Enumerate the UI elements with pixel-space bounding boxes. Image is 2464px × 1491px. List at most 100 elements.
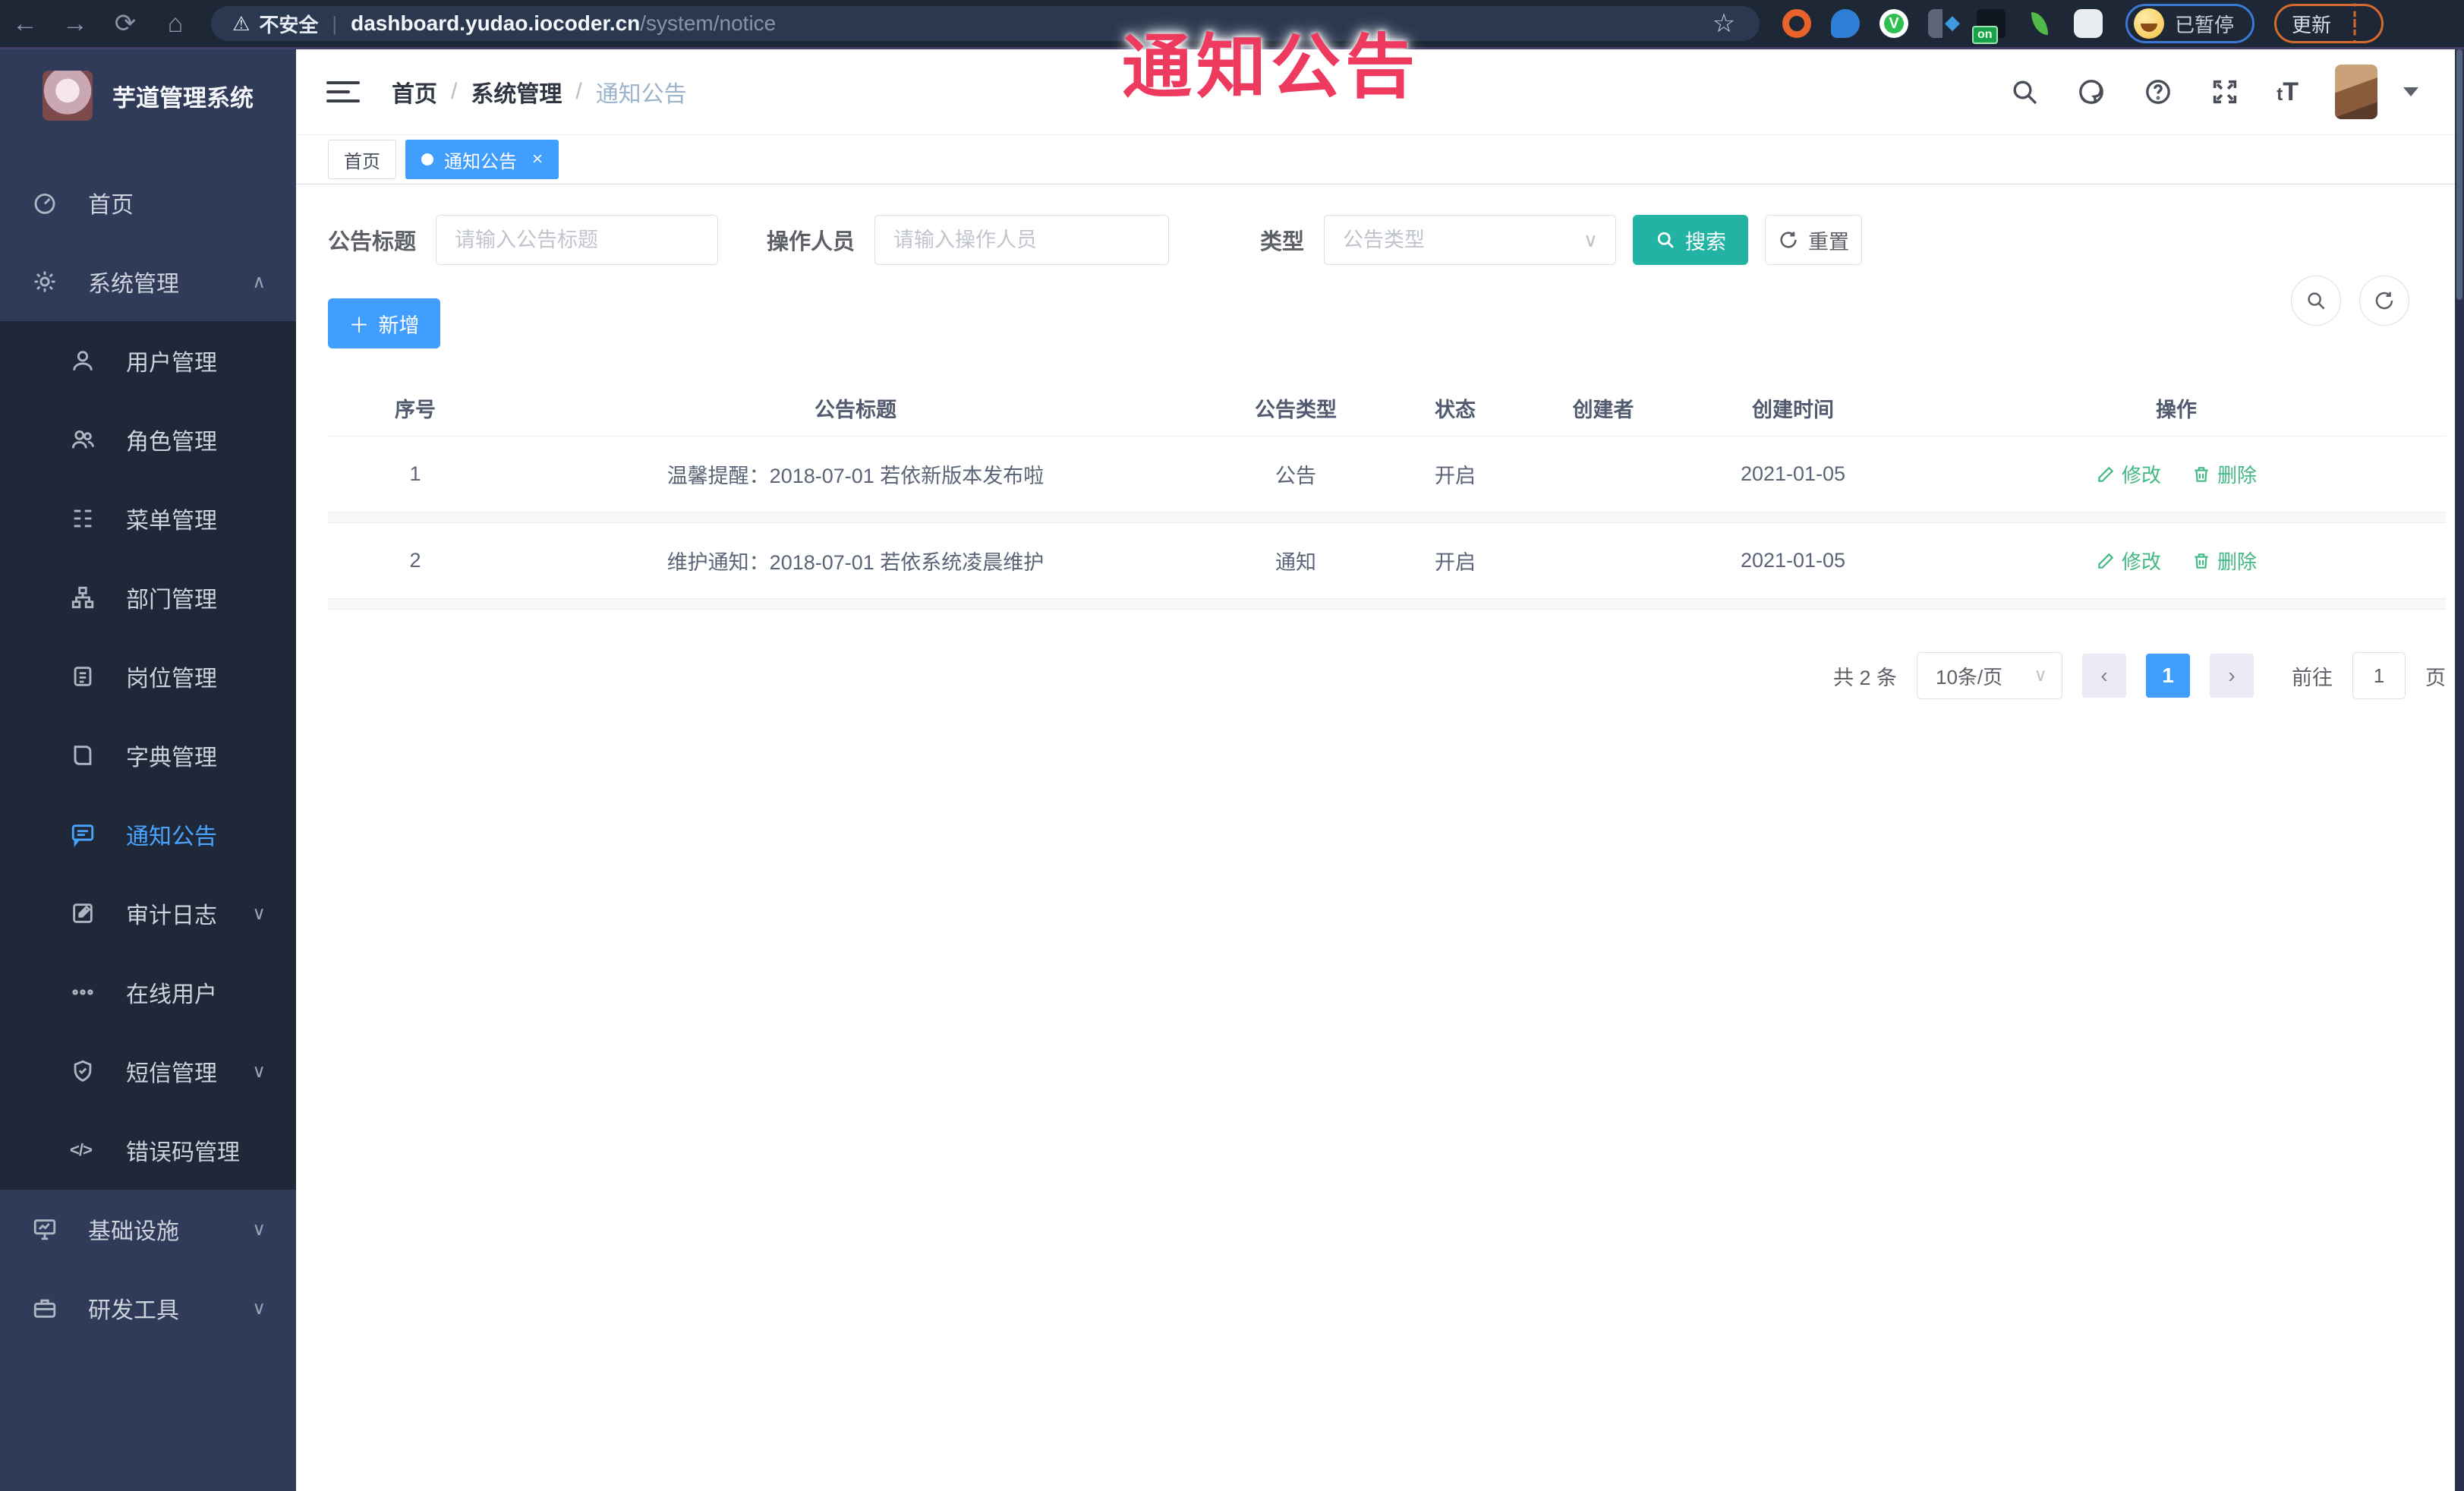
browser-profile-chip[interactable]: 已暂停 — [2125, 4, 2255, 43]
reset-button[interactable]: 重置 — [1765, 215, 1863, 265]
sidebar-item-label: 短信管理 — [126, 1061, 217, 1086]
gauge-icon — [32, 190, 74, 216]
tab-home[interactable]: 首页 — [328, 140, 396, 179]
scrollbar-thumb[interactable] — [2456, 49, 2462, 300]
add-button[interactable]: ＋ 新增 — [328, 298, 440, 348]
delete-link[interactable]: 删除 — [2191, 460, 2257, 488]
browser-menu-kebab-icon[interactable]: ⋮ ⋮ ⋮ — [2343, 2, 2366, 46]
cell-status: 开启 — [1435, 465, 1476, 487]
browser-reload-icon[interactable]: ⟳ — [100, 8, 150, 39]
sidebar-item-notice[interactable]: 通知公告 — [0, 795, 296, 874]
table-header-row: 序号 公告标题 公告类型 状态 创建者 创建时间 操作 — [328, 380, 2446, 437]
cell-title: 维护通知：2018-07-01 若依系统凌晨维护 — [666, 551, 1045, 574]
profile-status-label: 已暂停 — [2175, 13, 2235, 36]
close-icon[interactable]: × — [532, 149, 543, 170]
operator-filter-input[interactable] — [874, 215, 1170, 265]
user-avatar[interactable] — [2335, 65, 2377, 119]
fullscreen-icon[interactable] — [2210, 77, 2240, 107]
profile-emoji-avatar — [2134, 8, 2164, 39]
sidebar: 芋道管理系统 首页 系统管理 ∧ 用户管理 角色管理 菜单管理 部门管理 岗位管… — [0, 49, 296, 1491]
edit-link[interactable]: 修改 — [2096, 460, 2161, 488]
sidebar-item-sms-mgmt[interactable]: 短信管理 ∨ — [0, 1032, 296, 1111]
sidebar-toggle-icon[interactable] — [326, 75, 360, 109]
browser-home-icon[interactable]: ⌂ — [150, 9, 200, 39]
gear-icon — [32, 269, 74, 295]
page-content: 公告标题 操作人员 类型 ∨ 搜索 重置 ＋ — [296, 184, 2464, 699]
search-button[interactable]: 搜索 — [1633, 215, 1749, 265]
breadcrumb: 首页 / 系统管理 / 通知公告 — [392, 75, 687, 109]
font-size-icon[interactable]: tT — [2277, 77, 2299, 107]
extension-blue-icon[interactable] — [1831, 9, 1860, 38]
notice-table: 序号 公告标题 公告类型 状态 创建者 创建时间 操作 1 温馨提醒：2018-… — [328, 380, 2446, 610]
sidebar-item-menu-mgmt[interactable]: 菜单管理 — [0, 479, 296, 558]
breadcrumb-home[interactable]: 首页 — [392, 75, 437, 109]
sidebar-item-audit-log[interactable]: 审计日志 ∨ — [0, 874, 296, 953]
sidebar-item-system-mgmt[interactable]: 系统管理 ∧ — [0, 242, 296, 321]
app-title: 芋道管理系统 — [112, 84, 254, 112]
sidebar-item-errcode-mgmt[interactable]: </> 错误码管理 — [0, 1111, 296, 1190]
chevron-down-icon: ∨ — [2034, 665, 2047, 686]
page-size-select[interactable]: ∨ — [1917, 652, 2062, 699]
prev-page-button[interactable]: ‹ — [2082, 654, 2126, 698]
edit-link[interactable]: 修改 — [2096, 547, 2161, 575]
browser-back-icon[interactable]: ← — [0, 9, 50, 39]
title-filter-label: 公告标题 — [328, 230, 417, 254]
goto-page-input[interactable] — [2352, 652, 2406, 699]
breadcrumb-system[interactable]: 系统管理 — [471, 75, 562, 109]
search-icon[interactable] — [2009, 77, 2040, 107]
extensions-puzzle-icon[interactable] — [2074, 9, 2103, 38]
col-actions: 操作 — [2156, 399, 2197, 421]
tab-label: 通知公告 — [444, 151, 517, 172]
page-number-1[interactable]: 1 — [2146, 654, 2190, 698]
address-bar[interactable]: ⚠ 不安全 | dashboard.yudao.iocoder.cn /syst… — [211, 6, 1760, 41]
page-scrollbar[interactable] — [2455, 49, 2464, 1491]
sidebar-item-infrastructure[interactable]: 基础设施 ∨ — [0, 1190, 296, 1269]
cell-status: 开启 — [1435, 551, 1476, 574]
reset-button-label: 重置 — [1808, 230, 1850, 254]
extension-on-badge: on — [1972, 26, 1998, 44]
header-actions: tT — [2009, 65, 2418, 119]
browser-forward-icon[interactable]: → — [50, 9, 100, 39]
code-icon: </> — [70, 1140, 93, 1159]
type-select-value[interactable] — [1324, 215, 1617, 265]
sidebar-item-dev-tools[interactable]: 研发工具 ∨ — [0, 1269, 296, 1348]
refresh-button[interactable] — [2359, 276, 2409, 326]
next-page-button[interactable]: › — [2210, 654, 2254, 698]
table-row[interactable]: 2 维护通知：2018-07-01 若依系统凌晨维护 通知 开启 2021-01… — [328, 523, 2446, 599]
show-search-toggle-button[interactable] — [2291, 276, 2341, 326]
address-divider: | — [332, 11, 338, 35]
sidebar-item-label: 角色管理 — [126, 430, 217, 455]
sidebar-item-role-mgmt[interactable]: 角色管理 — [0, 400, 296, 479]
extension-leaf-icon[interactable] — [2025, 9, 2054, 38]
app-logo-row[interactable]: 芋道管理系统 — [0, 49, 296, 140]
sidebar-item-dict-mgmt[interactable]: 字典管理 — [0, 716, 296, 795]
breadcrumb-separator: / — [575, 79, 582, 104]
bookmark-star-icon[interactable]: ☆ — [1709, 9, 1738, 38]
vue-devtools-icon[interactable]: V — [1880, 9, 1908, 38]
sidebar-item-post-mgmt[interactable]: 岗位管理 — [0, 637, 296, 716]
sidebar-item-user-mgmt[interactable]: 用户管理 — [0, 321, 296, 400]
trash-icon — [2195, 466, 2208, 482]
cell-title: 温馨提醒：2018-07-01 若依新版本发布啦 — [666, 465, 1045, 487]
github-icon[interactable] — [2076, 77, 2106, 107]
sidebar-item-label: 错误码管理 — [126, 1140, 240, 1165]
system-submenu: 用户管理 角色管理 菜单管理 部门管理 岗位管理 字典管理 通知公告 审计日志 … — [0, 321, 296, 1190]
table-row[interactable]: 1 温馨提醒：2018-07-01 若依新版本发布啦 公告 开启 2021-01… — [328, 437, 2446, 512]
extension-dark-icon[interactable]: on — [1972, 9, 2006, 44]
toolbox-icon — [32, 1295, 74, 1321]
avatar-caret-icon[interactable] — [2403, 87, 2418, 96]
sidebar-item-online-users[interactable]: 在线用户 — [0, 953, 296, 1032]
edit-link-label: 修改 — [2121, 550, 2161, 573]
type-filter-select[interactable]: ∨ — [1324, 215, 1617, 265]
extension-grid-icon[interactable] — [1928, 9, 1960, 38]
title-filter-input[interactable] — [436, 215, 719, 265]
col-seq: 序号 — [395, 399, 436, 421]
tab-notice[interactable]: 通知公告 × — [405, 140, 559, 179]
delete-link[interactable]: 删除 — [2191, 547, 2257, 575]
help-icon[interactable] — [2143, 77, 2173, 107]
tags-view-bar: 首页 通知公告 × — [296, 135, 2464, 184]
sidebar-item-home[interactable]: 首页 — [0, 163, 296, 242]
extension-orange-icon[interactable] — [1782, 9, 1811, 38]
sidebar-item-dept-mgmt[interactable]: 部门管理 — [0, 558, 296, 637]
browser-update-button[interactable]: 更新 ⋮ ⋮ ⋮ — [2274, 2, 2384, 46]
